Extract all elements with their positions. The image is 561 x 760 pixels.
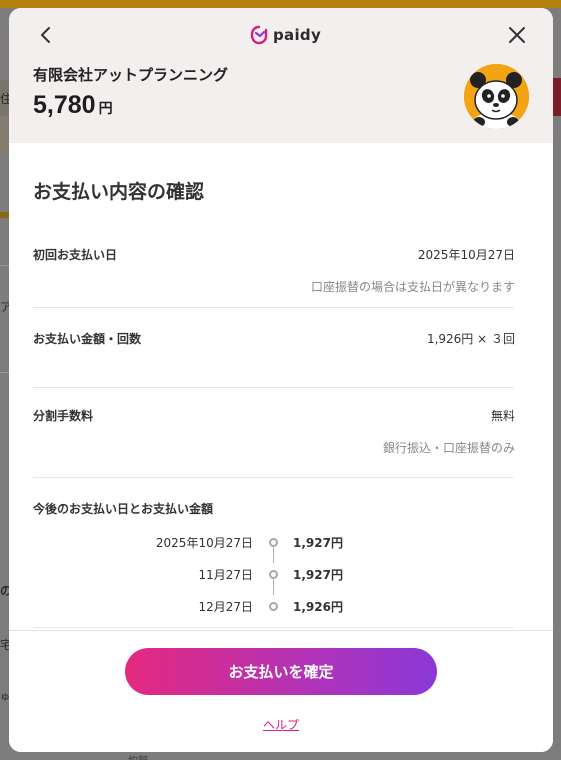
help-link[interactable]: ヘルプ <box>9 716 553 733</box>
chevron-left-icon <box>41 27 50 43</box>
close-icon <box>509 27 525 43</box>
background-row-strip <box>0 118 9 154</box>
total-amount: 5,780 円 <box>33 91 113 120</box>
background-text: ア <box>0 300 9 314</box>
merchant-avatar <box>464 64 529 129</box>
timeline-dot-icon <box>269 538 278 547</box>
schedule-label: 今後のお支払い日とお支払い金額 <box>33 502 214 516</box>
background-top-bar <box>0 0 561 8</box>
amount-count-value: 1,926円 × ３回 <box>426 332 515 346</box>
divider <box>33 307 514 308</box>
schedule-amount: 1,927円 <box>293 568 343 582</box>
modal-header: paidy 有限会社アットプランニング 5,780 円 <box>9 8 553 143</box>
timeline-dot-icon <box>269 570 278 579</box>
modal-footer: お支払いを確定 ヘルプ <box>9 630 553 752</box>
schedule-row: 2025年10月27日 1,927円 <box>9 534 553 552</box>
background-divider <box>0 265 9 266</box>
paidy-logo-icon <box>250 25 268 45</box>
background-red-tab <box>553 78 561 116</box>
back-button[interactable] <box>34 23 58 47</box>
amount-count-label: お支払い金額・回数 <box>33 332 142 346</box>
background-text: の <box>0 584 9 598</box>
fee-value: 無料 <box>490 409 515 423</box>
schedule-row: 11月27日 1,927円 <box>9 566 553 584</box>
section-title: お支払い内容の確認 <box>33 181 205 203</box>
background-text: 住入 <box>0 92 9 106</box>
background-text: 約額 <box>128 752 148 760</box>
first-payment-label: 初回お支払い日 <box>33 248 118 262</box>
payment-modal: paidy 有限会社アットプランニング 5,780 円 お支払い内容の確認 初回… <box>9 8 553 752</box>
schedule-row: 12月27日 1,926円 <box>9 598 553 616</box>
amount-value: 5,780 <box>33 91 96 119</box>
merchant-name: 有限会社アットプランニング <box>33 66 229 84</box>
background-text: ゅ <box>0 692 9 703</box>
schedule-date: 12月27日 <box>198 600 253 614</box>
background-gold-bar <box>0 212 9 218</box>
divider <box>33 387 514 388</box>
fee-note: 銀行振込・口座振替のみ <box>382 441 515 455</box>
background-divider <box>0 372 9 373</box>
confirmation-content[interactable]: お支払い内容の確認 初回お支払い日 2025年10月27日 口座振替の場合は支払… <box>9 143 553 630</box>
timeline-dot-icon <box>269 602 278 611</box>
background-text: 宅 <box>0 638 9 652</box>
schedule-date: 2025年10月27日 <box>155 536 253 550</box>
first-payment-note: 口座振替の場合は支払日が異なります <box>310 280 515 294</box>
schedule-date: 11月27日 <box>198 568 253 582</box>
panda-icon <box>464 64 529 129</box>
paidy-logo: paidy <box>249 24 321 46</box>
schedule-amount: 1,927円 <box>293 536 343 550</box>
first-payment-date: 2025年10月27日 <box>417 248 515 262</box>
fee-label: 分割手数料 <box>33 409 94 423</box>
close-button[interactable] <box>505 23 529 47</box>
confirm-payment-button[interactable]: お支払いを確定 <box>125 648 437 695</box>
schedule-amount: 1,926円 <box>293 600 343 614</box>
amount-currency: 円 <box>98 101 113 117</box>
divider <box>33 477 514 478</box>
divider <box>33 627 514 628</box>
logo-text: paidy <box>273 26 322 44</box>
